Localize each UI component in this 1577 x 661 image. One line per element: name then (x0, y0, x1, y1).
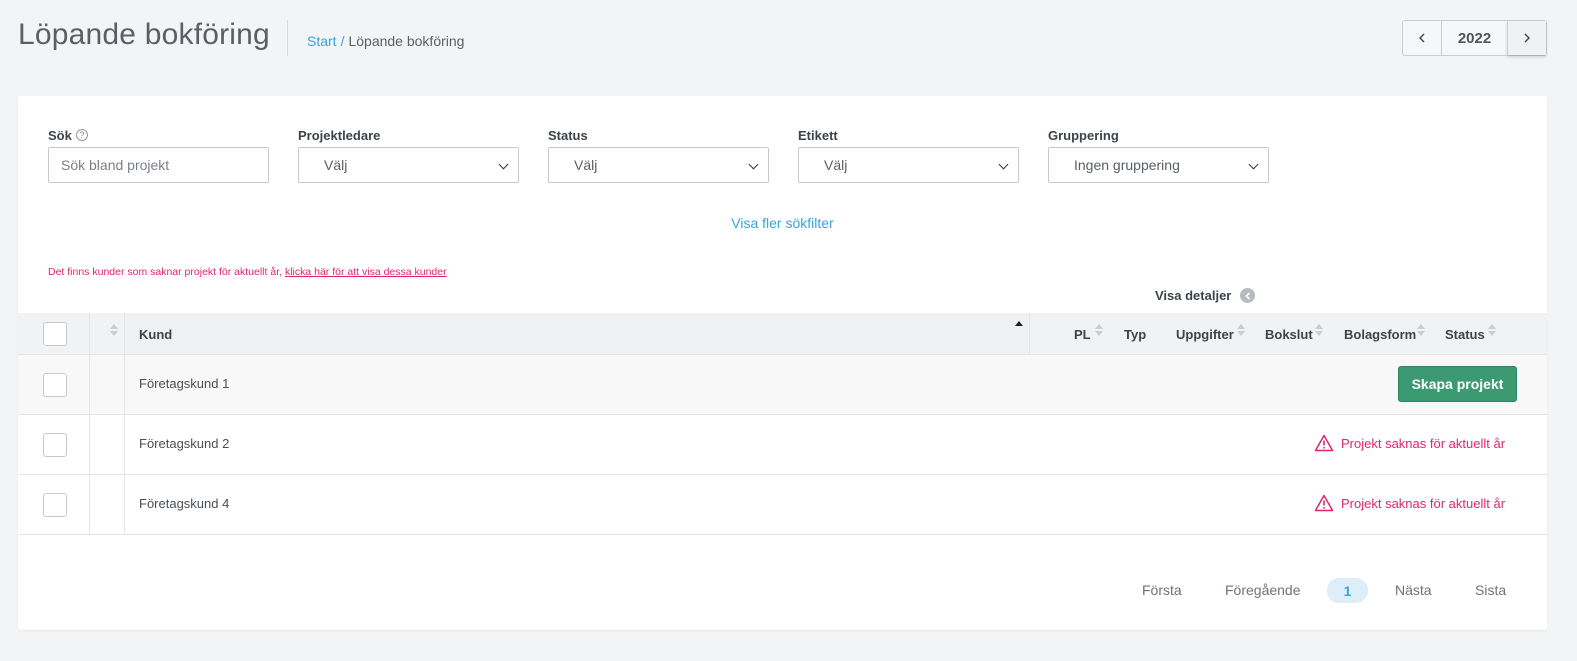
project-lead-value: Välj (324, 157, 348, 173)
column-header-typ[interactable]: Typ (1124, 327, 1146, 342)
chevron-down-icon (1248, 159, 1259, 170)
select-all-checkbox[interactable] (43, 322, 67, 346)
breadcrumb-current: Löpande bokföring (348, 33, 465, 49)
search-filter: Sök ? Sök bland projekt (48, 126, 269, 183)
chevron-left-icon (1419, 33, 1425, 43)
help-icon[interactable]: ? (75, 129, 88, 141)
status-filter: Status Välj (548, 126, 769, 183)
create-project-button[interactable]: Skapa projekt (1398, 366, 1517, 402)
breadcrumb-home-link[interactable]: Start (307, 33, 337, 49)
search-input[interactable]: Sök bland projekt (48, 147, 269, 183)
missing-project-text: Projekt saknas för aktuellt år (1341, 495, 1506, 511)
previous-year-button[interactable] (1403, 21, 1442, 55)
column-header-uppgifter[interactable]: Uppgifter (1176, 327, 1234, 342)
show-customers-link[interactable]: klicka här för att visa dessa kunder (285, 266, 447, 278)
sort-icon[interactable] (109, 323, 118, 337)
column-header-bokslut[interactable]: Bokslut (1265, 327, 1313, 342)
tag-value: Välj (824, 157, 848, 173)
pagination-next[interactable]: Nästa (1395, 582, 1432, 598)
chevron-right-icon (1524, 33, 1530, 43)
grouping-label: Gruppering (1048, 127, 1119, 143)
page-title: Löpande bokföring (18, 18, 270, 51)
pagination-current-page[interactable]: 1 (1327, 578, 1368, 603)
tag-filter: Etikett Välj (798, 126, 1019, 183)
project-lead-select[interactable]: Välj (298, 147, 519, 183)
project-lead-label: Projektledare (298, 127, 381, 143)
table-row: Företagskund 1 Skapa projekt (18, 355, 1547, 415)
project-list-card: Sök ? Sök bland projekt Projektledare Vä… (18, 96, 1547, 630)
year-navigator: 2022 (1402, 20, 1547, 56)
customer-name: Företagskund 4 (139, 496, 230, 511)
show-details-label: Visa detaljer (1155, 288, 1232, 303)
sort-icon[interactable] (1236, 323, 1245, 337)
show-details-toggle[interactable]: Visa detaljer (1155, 288, 1256, 303)
status-value: Välj (574, 157, 598, 173)
warning-triangle-icon (1314, 434, 1334, 452)
grouping-value: Ingen gruppering (1074, 157, 1180, 173)
title-divider (287, 20, 288, 56)
table-header: Kund PL Typ Uppgifter Bokslut Bolagsform… (18, 313, 1547, 355)
customer-table: Kund PL Typ Uppgifter Bokslut Bolagsform… (18, 313, 1547, 535)
sort-icon[interactable] (1314, 323, 1323, 337)
customer-name: Företagskund 2 (139, 436, 230, 451)
chevron-down-icon (998, 159, 1009, 170)
column-header-status[interactable]: Status (1445, 327, 1485, 342)
missing-project-status: Projekt saknas för aktuellt år (1314, 494, 1505, 512)
row-checkbox[interactable] (43, 493, 67, 517)
chevron-down-icon (498, 159, 509, 170)
grouping-select[interactable]: Ingen gruppering (1048, 147, 1269, 183)
pagination-previous[interactable]: Föregående (1225, 582, 1301, 598)
project-lead-filter: Projektledare Välj (298, 126, 519, 183)
column-header-kund[interactable]: Kund (139, 327, 172, 342)
missing-project-text: Projekt saknas för aktuellt år (1341, 435, 1506, 451)
chevron-left-circle-icon (1240, 288, 1256, 303)
row-checkbox[interactable] (43, 373, 67, 397)
search-label: Sök (48, 127, 72, 143)
column-header-pl[interactable]: PL (1074, 327, 1091, 342)
pagination-first[interactable]: Första (1142, 582, 1182, 598)
pagination-last[interactable]: Sista (1475, 582, 1506, 598)
sort-icon[interactable] (1487, 323, 1496, 337)
status-label: Status (548, 127, 588, 143)
sort-icon[interactable] (1094, 323, 1103, 337)
warning-triangle-icon (1314, 494, 1334, 512)
row-checkbox[interactable] (43, 433, 67, 457)
pagination: Första Föregående 1 Nästa Sista (18, 578, 1547, 604)
missing-project-status: Projekt saknas för aktuellt år (1314, 434, 1505, 452)
sort-ascending-icon[interactable] (1014, 320, 1023, 334)
page-header: Löpande bokföring Start / Löpande bokförin… (0, 0, 1577, 80)
tag-select[interactable]: Välj (798, 147, 1019, 183)
notice-text: Det finns kunder som saknar projekt för … (48, 266, 285, 278)
status-select[interactable]: Välj (548, 147, 769, 183)
chevron-down-icon (748, 159, 759, 170)
more-filters-link[interactable]: Visa fler sökfilter (18, 215, 1547, 231)
sort-icon[interactable] (1416, 323, 1425, 337)
breadcrumb-separator: / (340, 33, 345, 49)
grouping-filter: Gruppering Ingen gruppering (1048, 126, 1269, 183)
table-row: Företagskund 4 Projekt saknas för aktuel… (18, 475, 1547, 535)
next-year-button[interactable] (1507, 21, 1546, 55)
missing-projects-notice: Det finns kunder som saknar projekt för … (48, 266, 447, 278)
breadcrumb: Start / Löpande bokföring (307, 33, 464, 49)
year-label: 2022 (1457, 29, 1492, 47)
column-header-bolagsform[interactable]: Bolagsform (1344, 327, 1416, 342)
table-row: Företagskund 2 Projekt saknas för aktuel… (18, 415, 1547, 475)
tag-label: Etikett (798, 127, 838, 143)
customer-name: Företagskund 1 (139, 376, 230, 391)
